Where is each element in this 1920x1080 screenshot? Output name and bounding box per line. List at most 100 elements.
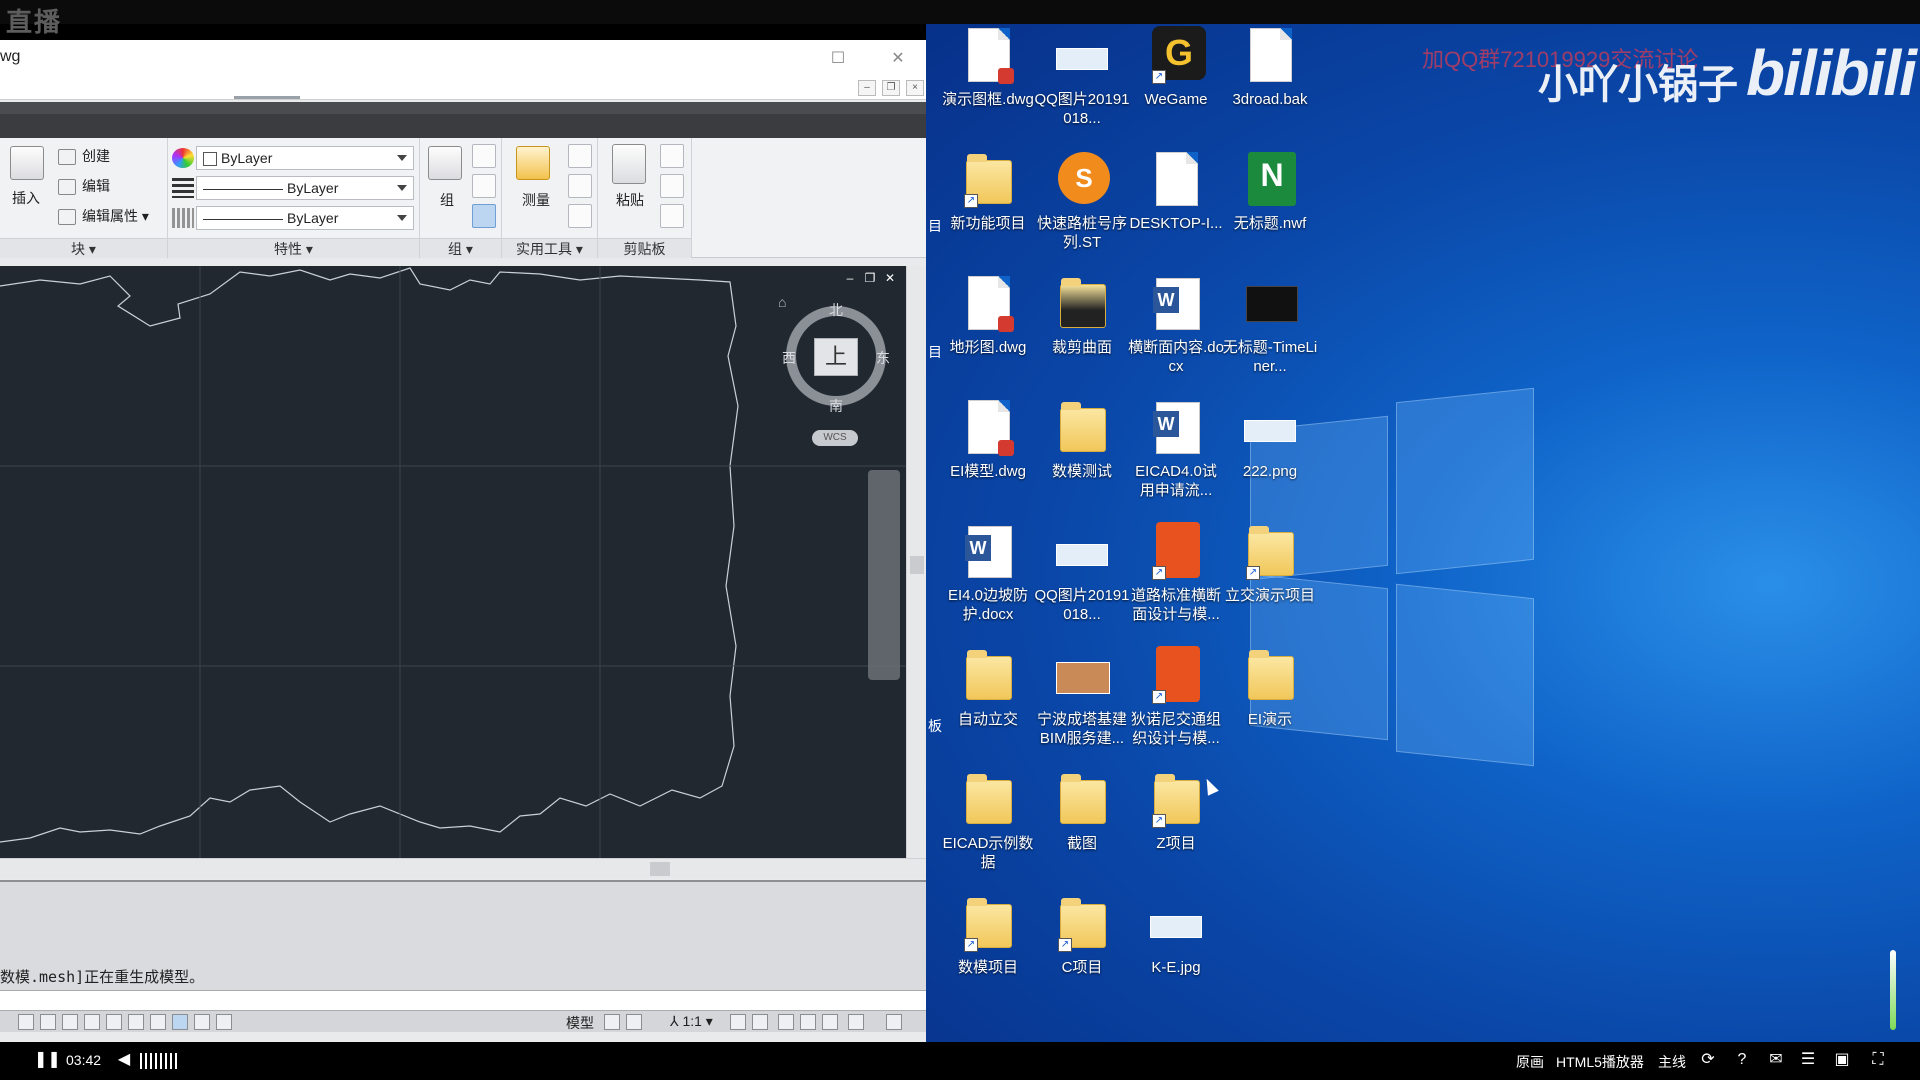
desktop-icon[interactable]: ↗ 狄诺尼交通组织设计与模... [1128,646,1224,748]
horizontal-scrollbar[interactable] [0,858,926,878]
desktop-icon[interactable]: ↗ 新功能项目 [940,150,1036,233]
doc-restore-icon[interactable]: ❐ [882,80,900,96]
match-properties-icon[interactable] [660,204,684,228]
ungroup-icon[interactable] [472,144,496,168]
layout-icon[interactable] [604,1014,620,1030]
model-tab[interactable]: 模型 [566,1013,594,1033]
desktop-icon[interactable]: K-E.jpg [1128,894,1224,977]
desktop-icon[interactable]: 无标题-TimeLiner... [1222,274,1318,376]
wcs-menu[interactable]: WCS [812,430,858,446]
status-icon[interactable] [800,1014,816,1030]
status-icon[interactable] [752,1014,768,1030]
status-icon[interactable] [106,1014,122,1030]
desktop-icon[interactable]: 地形图.dwg [940,274,1036,357]
desktop-icon[interactable]: 222.png [1222,398,1318,481]
panel-title-utilities[interactable]: 实用工具 ▾ [502,238,597,258]
comment-icon[interactable]: ☰ [1800,1052,1816,1068]
desktop-icon[interactable]: S 快速路桩号序列.ST [1034,150,1130,252]
panel-title-clipboard[interactable]: 剪贴板 [598,238,691,258]
group-button[interactable]: 组 [440,190,454,210]
command-input[interactable] [0,990,926,1010]
viewport-restore-icon[interactable]: ❐ [864,272,876,284]
color-select[interactable]: ByLayer [196,146,414,170]
desktop-icon[interactable]: QQ图片20191018... [1034,26,1130,128]
status-icon[interactable] [172,1014,188,1030]
status-icon[interactable] [62,1014,78,1030]
quick-select-icon[interactable] [568,144,592,168]
refresh-icon[interactable]: ⟳ [1700,1052,1716,1068]
status-icon[interactable] [84,1014,100,1030]
player-type-button[interactable]: HTML5播放器 [1556,1052,1644,1072]
insert-icon[interactable] [10,146,44,180]
desktop-icon[interactable]: ↗ 立交演示项目 [1222,522,1318,605]
status-icon[interactable] [730,1014,746,1030]
viewport-close-icon[interactable]: ✕ [884,272,896,284]
insert-button[interactable]: 插入 [12,188,40,208]
desktop-icon[interactable]: 自动立交 [940,646,1036,729]
layout-icon[interactable] [626,1014,642,1030]
desktop-icon[interactable]: ↗ 数模项目 [940,894,1036,977]
viewcube-east[interactable]: 东 [876,348,890,368]
navigation-bar[interactable] [868,470,900,680]
status-icon[interactable] [194,1014,210,1030]
copy-icon[interactable] [660,174,684,198]
close-icon[interactable]: ✕ [886,48,910,68]
desktop-icon[interactable]: QQ图片20191018... [1034,522,1130,624]
line-button[interactable]: 主线 [1658,1052,1686,1072]
gift-icon[interactable]: ▣ [1834,1052,1850,1068]
drawing-canvas[interactable] [0,266,906,858]
desktop-icon[interactable]: EICAD示例数据 [940,770,1036,872]
pause-icon[interactable]: ❚❚ [34,1052,61,1068]
cut-icon[interactable] [660,144,684,168]
desktop-icon[interactable]: W EICAD4.0试用申请流... [1128,398,1224,500]
status-icon[interactable] [216,1014,232,1030]
volume-bar[interactable] [140,1053,180,1069]
quality-button[interactable]: 原画 [1516,1052,1544,1072]
viewcube-face[interactable]: 上 [814,338,858,376]
danmaku-icon[interactable]: ✉ [1768,1052,1784,1068]
desktop-icon[interactable]: 数模测试 [1034,398,1130,481]
create-block-button[interactable]: 创建 [58,146,110,166]
help-icon[interactable]: ? [1734,1052,1750,1068]
status-icon[interactable] [822,1014,838,1030]
desktop-icon[interactable]: 演示图框.dwg [940,26,1036,109]
volume-icon[interactable]: ◀ [116,1052,132,1068]
group-icon[interactable] [428,146,462,180]
desktop-icon[interactable]: EI模型.dwg [940,398,1036,481]
desktop-icon[interactable]: G ↗ WeGame [1128,26,1224,109]
viewport-minimize-icon[interactable]: – [844,272,856,284]
status-icon[interactable] [40,1014,56,1030]
measure-button[interactable]: 测量 [522,190,550,210]
viewcube-south[interactable]: 南 [829,396,843,416]
group-select-icon[interactable] [472,204,496,228]
settings-icon[interactable] [778,1014,794,1030]
fullscreen-icon[interactable]: ⛶ [1870,1052,1886,1068]
panel-title-properties[interactable]: 特性 ▾ [168,238,419,258]
desktop-icon[interactable]: EI演示 [1222,646,1318,729]
lineweight-select[interactable]: ByLayer [196,176,414,200]
doc-minimize-icon[interactable]: – [858,80,876,96]
desktop-icon[interactable]: N 无标题.nwf [1222,150,1318,233]
viewcube-west[interactable]: 西 [782,348,796,368]
annotation-scale[interactable]: ⅄ 1:1 ▾ [670,1013,713,1030]
desktop-icon[interactable]: 裁剪曲面 [1034,274,1130,357]
home-icon[interactable]: ⌂ [778,294,786,310]
edit-block-button[interactable]: 编辑 [58,176,110,196]
panel-title-block[interactable]: 块 ▾ [0,238,167,258]
edit-attr-button[interactable]: 编辑属性 ▾ [58,206,149,226]
desktop-icon[interactable]: DESKTOP-I... [1128,150,1224,233]
status-icon[interactable] [128,1014,144,1030]
lightbulb-icon[interactable] [848,1014,864,1030]
desktop-icon[interactable]: ↗ C项目 [1034,894,1130,977]
calculator-icon[interactable] [568,204,592,228]
paste-icon[interactable] [612,144,646,184]
select-similar-icon[interactable] [568,174,592,198]
desktop-icon[interactable]: W EI4.0边坡防护.docx [940,522,1036,624]
viewcube-north[interactable]: 北 [829,300,843,320]
panel-title-group[interactable]: 组 ▾ [420,238,501,258]
desktop-icon[interactable]: 3droad.bak [1222,26,1318,109]
desktop-icon[interactable]: 截图 [1034,770,1130,853]
group-edit-icon[interactable] [472,174,496,198]
maximize-icon[interactable]: ☐ [826,48,850,68]
desktop-icon[interactable]: W 横断面内容.docx [1128,274,1224,376]
